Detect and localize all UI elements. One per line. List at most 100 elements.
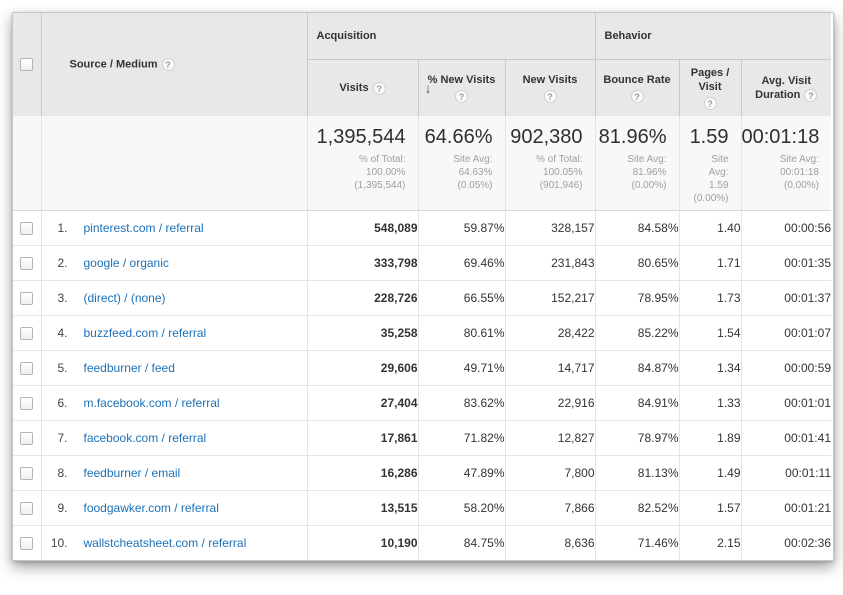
bounce-rate-value: 78.97%: [595, 420, 679, 455]
bounce-rate-value: 82.52%: [595, 490, 679, 525]
avg-visit-duration-value: 00:00:56: [741, 210, 831, 245]
pages-visit-value: 2.15: [679, 525, 741, 560]
row-checkbox[interactable]: [20, 537, 33, 550]
visits-value: 35,258: [307, 315, 418, 350]
new-visits-value: 231,843: [505, 245, 595, 280]
row-checkbox[interactable]: [20, 467, 33, 480]
summary-bounce-rate-value: 81.96%: [596, 126, 667, 149]
summary-blank-checkbox-cell: [13, 116, 41, 210]
new-visits-value: 7,800: [505, 455, 595, 490]
avg-visit-duration-value: 00:01:37: [741, 280, 831, 315]
source-medium-link[interactable]: wallstcheatsheet.com / referral: [84, 536, 247, 550]
source-medium-link[interactable]: google / organic: [84, 256, 169, 270]
pages-visit-value: 1.73: [679, 280, 741, 315]
source-medium-link[interactable]: foodgawker.com / referral: [84, 501, 219, 515]
select-all-checkbox[interactable]: [20, 58, 33, 71]
table-row: 10.wallstcheatsheet.com / referral 10,19…: [13, 525, 831, 560]
source-medium-link[interactable]: feedburner / feed: [84, 361, 175, 375]
table-row: 8.feedburner / email 16,286 47.89% 7,800…: [13, 455, 831, 490]
column-header-avg-visit-duration[interactable]: Avg. Visit Duration?: [741, 60, 831, 117]
visits-value: 29,606: [307, 350, 418, 385]
source-medium-link[interactable]: facebook.com / referral: [84, 431, 207, 445]
summary-pages-visit-value: 1.59: [680, 126, 729, 149]
table-row: 1. pinterest.com / referral 548,089 59.87…: [13, 210, 831, 245]
pages-visit-value: 1.49: [679, 455, 741, 490]
pct-new-visits-value: 71.82%: [418, 420, 505, 455]
pct-new-visits-value: 47.89%: [418, 455, 505, 490]
help-icon[interactable]: ?: [704, 97, 717, 110]
help-icon[interactable]: ?: [162, 58, 175, 71]
pages-visit-value: 1.34: [679, 350, 741, 385]
table-row: 2.google / organic 333,798 69.46% 231,84…: [13, 245, 831, 280]
source-medium-link[interactable]: pinterest.com / referral: [84, 221, 204, 235]
source-medium-link[interactable]: buzzfeed.com / referral: [84, 326, 207, 340]
visits-value: 10,190: [307, 525, 418, 560]
visits-value: 27,404: [307, 385, 418, 420]
avg-visit-duration-value: 00:01:41: [741, 420, 831, 455]
row-rank: 8.: [42, 466, 68, 480]
pct-new-visits-value: 58.20%: [418, 490, 505, 525]
source-medium-link[interactable]: feedburner / email: [84, 466, 181, 480]
sort-desc-icon[interactable]: ↓: [425, 81, 432, 95]
avg-visit-duration-value: 00:02:36: [741, 525, 831, 560]
select-all-cell: [13, 13, 41, 116]
bounce-rate-value: 81.13%: [595, 455, 679, 490]
summary-new-visits: 902,380 % of Total:100.05%(901,946): [505, 116, 595, 210]
row-checkbox[interactable]: [20, 397, 33, 410]
help-icon[interactable]: ?: [631, 90, 644, 103]
pct-new-visits-value: 59.87%: [418, 210, 505, 245]
pages-visit-value: 1.40: [679, 210, 741, 245]
row-checkbox[interactable]: [20, 292, 33, 305]
new-visits-value: 152,217: [505, 280, 595, 315]
row-checkbox[interactable]: [20, 222, 33, 235]
column-header-new-visits[interactable]: New Visits ?: [505, 60, 595, 117]
column-header-source-medium[interactable]: Source / Medium?: [41, 13, 307, 116]
visits-value: 228,726: [307, 280, 418, 315]
pages-visit-value: 1.71: [679, 245, 741, 280]
pages-visit-value: 1.33: [679, 385, 741, 420]
help-icon[interactable]: ?: [544, 90, 557, 103]
row-checkbox[interactable]: [20, 362, 33, 375]
new-visits-value: 28,422: [505, 315, 595, 350]
row-rank: 2.: [42, 256, 68, 270]
summary-new-visits-value: 902,380: [506, 126, 583, 149]
new-visits-value: 328,157: [505, 210, 595, 245]
avg-visit-duration-value: 00:01:11: [741, 455, 831, 490]
pct-new-visits-value: 80.61%: [418, 315, 505, 350]
help-icon[interactable]: ?: [373, 82, 386, 95]
new-visits-value: 12,827: [505, 420, 595, 455]
column-header-bounce-rate[interactable]: Bounce Rate ?: [595, 60, 679, 117]
row-rank: 4.: [42, 326, 68, 340]
new-visits-value: 14,717: [505, 350, 595, 385]
bounce-rate-value: 80.65%: [595, 245, 679, 280]
avg-visit-duration-label-line1: Avg. Visit: [761, 75, 811, 87]
group-header-behavior: Behavior: [595, 13, 831, 60]
row-checkbox[interactable]: [20, 432, 33, 445]
row-rank: 5.: [42, 361, 68, 375]
source-medium-link[interactable]: m.facebook.com / referral: [84, 396, 220, 410]
new-visits-value: 8,636: [505, 525, 595, 560]
pct-new-visits-value: 83.62%: [418, 385, 505, 420]
avg-visit-duration-value: 00:01:01: [741, 385, 831, 420]
pct-new-visits-value: 69.46%: [418, 245, 505, 280]
row-rank: 3.: [42, 291, 68, 305]
pages-visit-label-line2: Visit: [698, 81, 721, 93]
visits-value: 548,089: [307, 210, 418, 245]
column-header-pages-visit[interactable]: Pages / Visit ?: [679, 60, 741, 117]
pct-new-visits-label: % New Visits: [428, 74, 496, 86]
help-icon[interactable]: ?: [455, 90, 468, 103]
table-row: 4.buzzfeed.com / referral 35,258 80.61% …: [13, 315, 831, 350]
row-checkbox[interactable]: [20, 257, 33, 270]
help-icon[interactable]: ?: [804, 89, 817, 102]
source-medium-link[interactable]: (direct) / (none): [84, 291, 166, 305]
row-rank: 1.: [42, 221, 68, 235]
pages-visit-value: 1.89: [679, 420, 741, 455]
summary-avg-visit-duration: 00:01:18 Site Avg:00:01:18(0.00%): [741, 116, 831, 210]
avg-visit-duration-value: 00:01:21: [741, 490, 831, 525]
row-rank: 7.: [42, 431, 68, 445]
behavior-label: Behavior: [605, 30, 652, 42]
pct-new-visits-value: 84.75%: [418, 525, 505, 560]
row-checkbox[interactable]: [20, 327, 33, 340]
column-header-visits[interactable]: Visits? ↓: [307, 60, 418, 117]
row-checkbox[interactable]: [20, 502, 33, 515]
